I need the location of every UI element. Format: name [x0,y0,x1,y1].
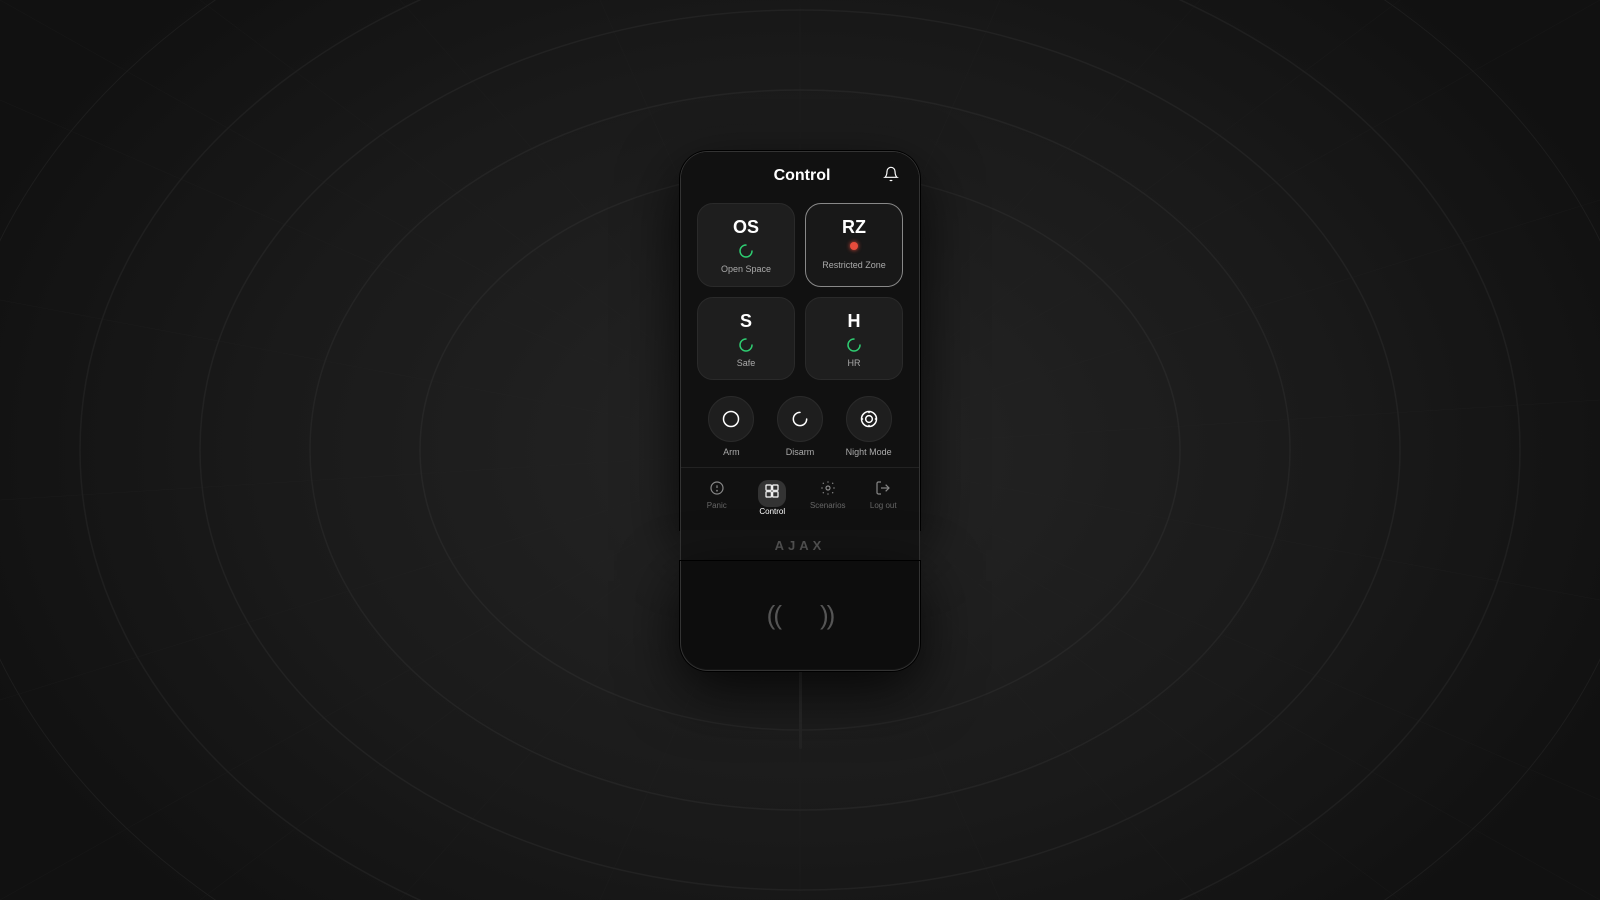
arm-circle-icon [721,409,741,429]
nav-scenarios[interactable]: Scenarios [800,476,856,520]
nfc-wave-left: (( [767,600,780,631]
screen-header: Control [681,152,919,197]
ajax-brand-bar: AJAX [680,530,920,561]
zone-button-hr[interactable]: H HR [805,297,903,381]
actions-row: Arm Disarm [681,390,919,467]
zone-abbr-hr: H [848,312,861,330]
zone-label-rz: Restricted Zone [822,260,886,272]
nav-logout[interactable]: Log out [856,476,912,520]
device-scene: Control OS [680,151,920,749]
panic-icon [709,480,725,499]
zone-button-rz[interactable]: RZ Restricted Zone [805,203,903,287]
logout-icon [875,480,891,499]
zone-arc-os [737,242,755,260]
nav-control[interactable]: Control [745,476,801,520]
disarm-button[interactable]: Disarm [766,396,835,457]
night-mode-label: Night Mode [846,447,892,457]
zone-arc-hr [845,336,863,354]
zones-grid: OS Open Space RZ [681,197,919,390]
screen: Control OS [681,152,919,530]
nav-panic[interactable]: Panic [689,476,745,520]
scenarios-icon [820,480,836,499]
nav-panic-label: Panic [707,501,727,510]
nav-logout-label: Log out [870,501,897,510]
zone-label-os: Open Space [721,264,771,276]
zone-status-rz [850,242,858,250]
zone-button-os[interactable]: OS Open Space [697,203,795,287]
arm-button[interactable]: Arm [697,396,766,457]
phone-body-top: Control OS [680,151,920,530]
zone-label-s: Safe [737,358,756,370]
zone-label-hr: HR [848,358,861,370]
phone-body-bottom: (( )) [680,561,920,671]
night-mode-button[interactable]: Night Mode [834,396,903,457]
screen-title: Control [721,167,883,185]
control-icon [764,483,780,499]
cable [799,669,802,749]
zone-arc-s [737,336,755,354]
disarm-icon-wrap [777,396,823,442]
night-mode-target-icon [859,409,879,429]
arm-icon-wrap [708,396,754,442]
nav-control-label: Control [759,507,785,516]
zone-abbr-rz: RZ [842,218,866,236]
device: Control OS [680,151,920,749]
ajax-logo: AJAX [775,538,826,553]
night-mode-icon-wrap [846,396,892,442]
control-icon-wrap [758,480,786,507]
zone-abbr-os: OS [733,218,759,236]
bottom-nav: Panic Control [681,467,919,530]
bell-icon[interactable] [883,166,899,187]
arm-label: Arm [723,447,740,457]
nfc-wave-right: )) [820,600,833,631]
disarm-arc-icon [790,409,810,429]
disarm-label: Disarm [786,447,815,457]
nav-scenarios-label: Scenarios [810,501,846,510]
nfc-reader: (( )) [767,600,834,631]
zone-abbr-s: S [740,312,752,330]
zone-button-s[interactable]: S Safe [697,297,795,381]
